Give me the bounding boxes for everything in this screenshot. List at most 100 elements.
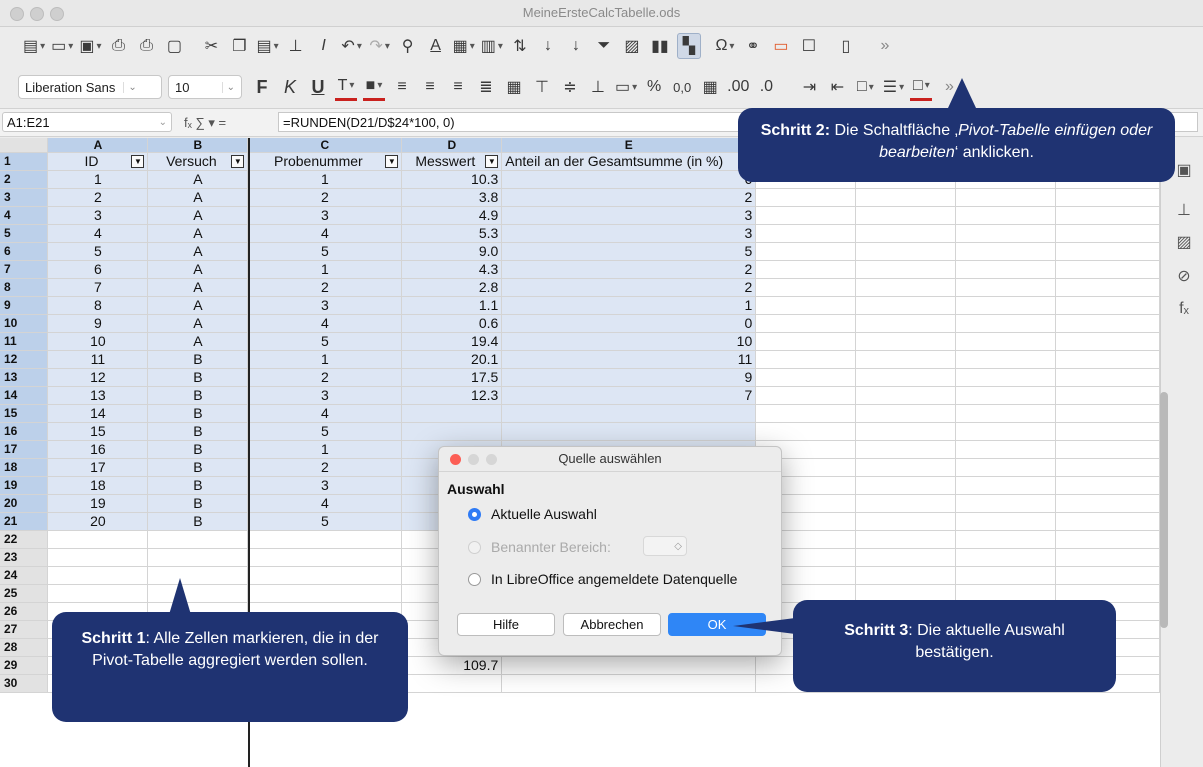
row-header[interactable]: 6	[0, 242, 49, 261]
cell[interactable]	[1055, 296, 1160, 315]
cell[interactable]: 0	[501, 314, 757, 333]
new-icon[interactable]: ▤	[23, 34, 45, 58]
cell[interactable]: 2	[501, 278, 757, 297]
cell[interactable]: 3	[501, 224, 757, 243]
help-button[interactable]: Hilfe	[457, 613, 555, 636]
cell[interactable]: B	[147, 494, 249, 513]
cell[interactable]	[755, 332, 857, 351]
cell[interactable]: A	[147, 278, 249, 297]
column-icon[interactable]: ▥	[481, 34, 503, 58]
cell[interactable]	[955, 350, 1057, 369]
spellcheck-icon[interactable]: A	[425, 34, 447, 58]
cell[interactable]: 1	[247, 350, 403, 369]
cell[interactable]	[955, 566, 1057, 585]
find-icon[interactable]: ⚲	[397, 34, 419, 58]
decimal-button[interactable]: 0,0	[671, 75, 693, 99]
redo-icon[interactable]: ↷	[369, 34, 391, 58]
cell[interactable]: A	[147, 224, 249, 243]
cell[interactable]	[855, 494, 957, 513]
cell[interactable]: 4	[47, 224, 149, 243]
cell[interactable]: 3	[247, 476, 403, 495]
column-header[interactable]: B	[147, 138, 249, 153]
cell[interactable]	[47, 566, 149, 585]
print-icon[interactable]: ⎙	[135, 34, 157, 58]
row-header[interactable]: 28	[0, 638, 49, 657]
cell[interactable]	[955, 422, 1057, 441]
number-format-icon[interactable]: ▭	[615, 75, 637, 99]
row-header[interactable]: 18	[0, 458, 49, 477]
cell[interactable]: 1	[247, 260, 403, 279]
cell[interactable]	[1055, 566, 1160, 585]
cell[interactable]	[955, 278, 1057, 297]
special-char-icon[interactable]: Ω	[714, 34, 736, 58]
sort-desc-icon[interactable]: ↓	[565, 34, 587, 58]
cell[interactable]	[855, 458, 957, 477]
cell[interactable]	[955, 188, 1057, 207]
align-center-icon[interactable]: ≡	[419, 75, 441, 99]
properties-icon[interactable]: ▣	[1175, 160, 1193, 180]
template-icon[interactable]: ▭	[51, 34, 73, 58]
delete-decimal-icon[interactable]: .0	[755, 75, 777, 99]
cell[interactable]	[1055, 458, 1160, 477]
cell[interactable]	[47, 530, 149, 549]
hyperlink-icon[interactable]: ⚭	[742, 34, 764, 58]
cell[interactable]: 9	[501, 368, 757, 387]
column-header[interactable]: C	[247, 138, 403, 153]
cell[interactable]	[501, 674, 757, 693]
indent-icon[interactable]: ⇥	[798, 75, 820, 99]
cell[interactable]	[955, 476, 1057, 495]
cell[interactable]: B	[147, 512, 249, 531]
row-header[interactable]: 17	[0, 440, 49, 459]
function-wizard-icons[interactable]: fₓ ∑ ▾ =	[184, 115, 226, 131]
bold-button[interactable]: F	[251, 75, 273, 99]
clear-format-icon[interactable]: I	[313, 34, 335, 58]
cell[interactable]: 12	[47, 368, 149, 387]
cell[interactable]: 15	[47, 422, 149, 441]
row-header[interactable]: 30	[0, 674, 49, 693]
cell[interactable]	[855, 422, 957, 441]
cancel-button[interactable]: Abbrechen	[563, 613, 661, 636]
cell[interactable]: B	[147, 386, 249, 405]
cell[interactable]	[955, 512, 1057, 531]
font-size-combo[interactable]: 10 ⌄	[168, 75, 242, 99]
cell[interactable]: 5	[247, 242, 403, 261]
cell[interactable]	[755, 368, 857, 387]
cell[interactable]: 7	[47, 278, 149, 297]
cell[interactable]: 3	[47, 206, 149, 225]
cell[interactable]	[955, 314, 1057, 333]
align-bottom-icon[interactable]: ⊥	[587, 75, 609, 99]
row-header[interactable]: 5	[0, 224, 49, 243]
comment-icon[interactable]: ▭	[770, 34, 792, 58]
wrap-text-icon[interactable]: ≣	[475, 75, 497, 99]
autofilter-dropdown-icon[interactable]: ▼	[385, 155, 399, 168]
cell[interactable]	[1055, 530, 1160, 549]
cell[interactable]	[1055, 440, 1160, 459]
image-icon[interactable]: ▨	[621, 34, 643, 58]
cell[interactable]	[955, 404, 1057, 423]
cell[interactable]	[855, 476, 957, 495]
cell[interactable]	[855, 332, 957, 351]
column-header[interactable]: E	[501, 138, 757, 153]
named-range-select[interactable]: ◇	[643, 536, 687, 556]
cell[interactable]	[1055, 386, 1160, 405]
cell[interactable]: 2	[247, 458, 403, 477]
cell[interactable]	[855, 224, 957, 243]
row-header[interactable]: 25	[0, 584, 49, 603]
row-header[interactable]: 24	[0, 566, 49, 585]
cell[interactable]	[1055, 242, 1160, 261]
cell[interactable]	[855, 440, 957, 459]
cell[interactable]: 19.4	[401, 332, 503, 351]
cell[interactable]: B	[147, 404, 249, 423]
cell[interactable]: 5.3	[401, 224, 503, 243]
chart-icon[interactable]: ▮▮	[649, 34, 671, 58]
cell[interactable]: 3	[247, 296, 403, 315]
pivot-table-icon[interactable]: ▚	[676, 33, 701, 59]
cell[interactable]: 5	[247, 512, 403, 531]
row-header[interactable]: 26	[0, 602, 49, 621]
name-box[interactable]: A1:E21 ⌄	[2, 112, 172, 132]
percent-button[interactable]: %	[643, 75, 665, 99]
cell[interactable]: 11	[501, 350, 757, 369]
cell[interactable]	[855, 242, 957, 261]
cell[interactable]: 7	[501, 386, 757, 405]
cell[interactable]: 109.7	[401, 656, 503, 675]
